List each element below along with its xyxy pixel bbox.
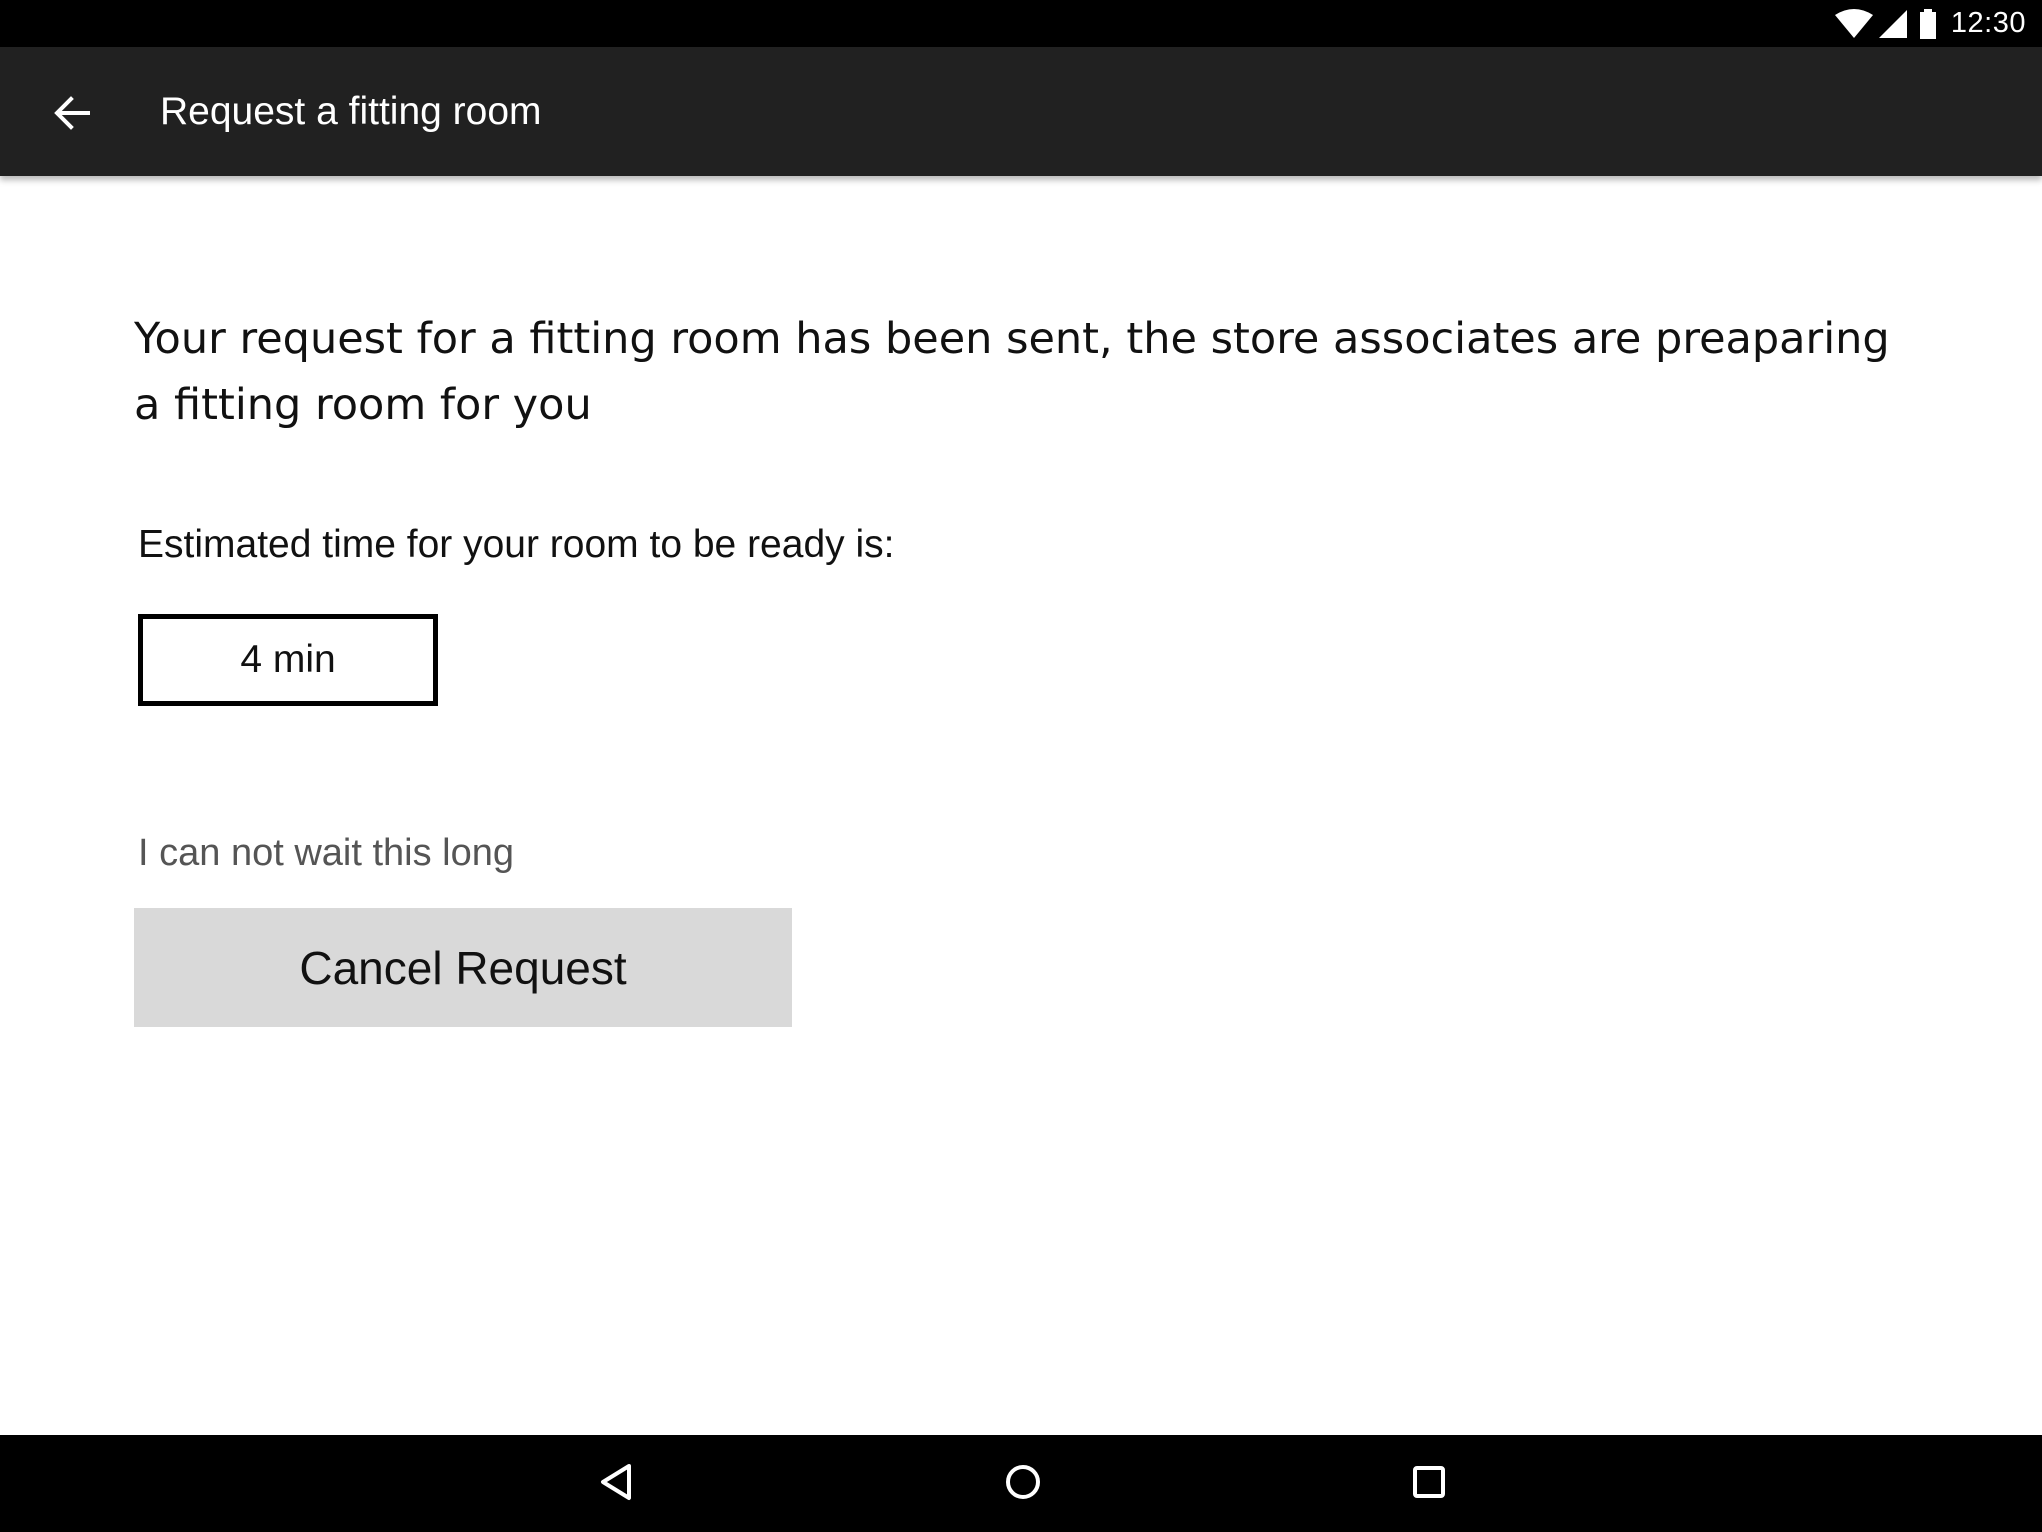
status-time: 12:30 xyxy=(1950,7,2026,39)
nav-recents-icon xyxy=(1412,1465,1446,1504)
navigation-bar xyxy=(0,1435,2042,1532)
cell-signal-icon xyxy=(1878,9,1907,39)
request-sent-message: Your request for a fitting room has been… xyxy=(134,314,1890,430)
back-button[interactable] xyxy=(38,81,106,149)
arrow-back-icon xyxy=(54,95,90,135)
screen: 12:30 Request a fitting room Your reques… xyxy=(0,0,2042,1532)
cancel-request-button[interactable]: Cancel Request xyxy=(134,908,792,1027)
nav-home-button[interactable] xyxy=(992,1453,1054,1515)
wifi-icon xyxy=(1834,8,1873,39)
app-bar: Request a fitting room xyxy=(0,47,2042,176)
nav-home-icon xyxy=(1005,1464,1041,1505)
status-icons: 12:30 xyxy=(1834,0,2026,47)
page-title: Request a fitting room xyxy=(160,90,542,133)
cant-wait-text: I can not wait this long xyxy=(138,832,514,874)
nav-back-icon xyxy=(599,1463,633,1506)
estimate-label: Estimated time for your room to be ready… xyxy=(138,523,895,566)
estimated-time-display: 4 min xyxy=(138,614,438,706)
nav-recents-button[interactable] xyxy=(1398,1453,1460,1515)
status-bar: 12:30 xyxy=(0,0,2042,47)
battery-icon xyxy=(1919,8,1937,39)
nav-back-button[interactable] xyxy=(585,1453,647,1515)
